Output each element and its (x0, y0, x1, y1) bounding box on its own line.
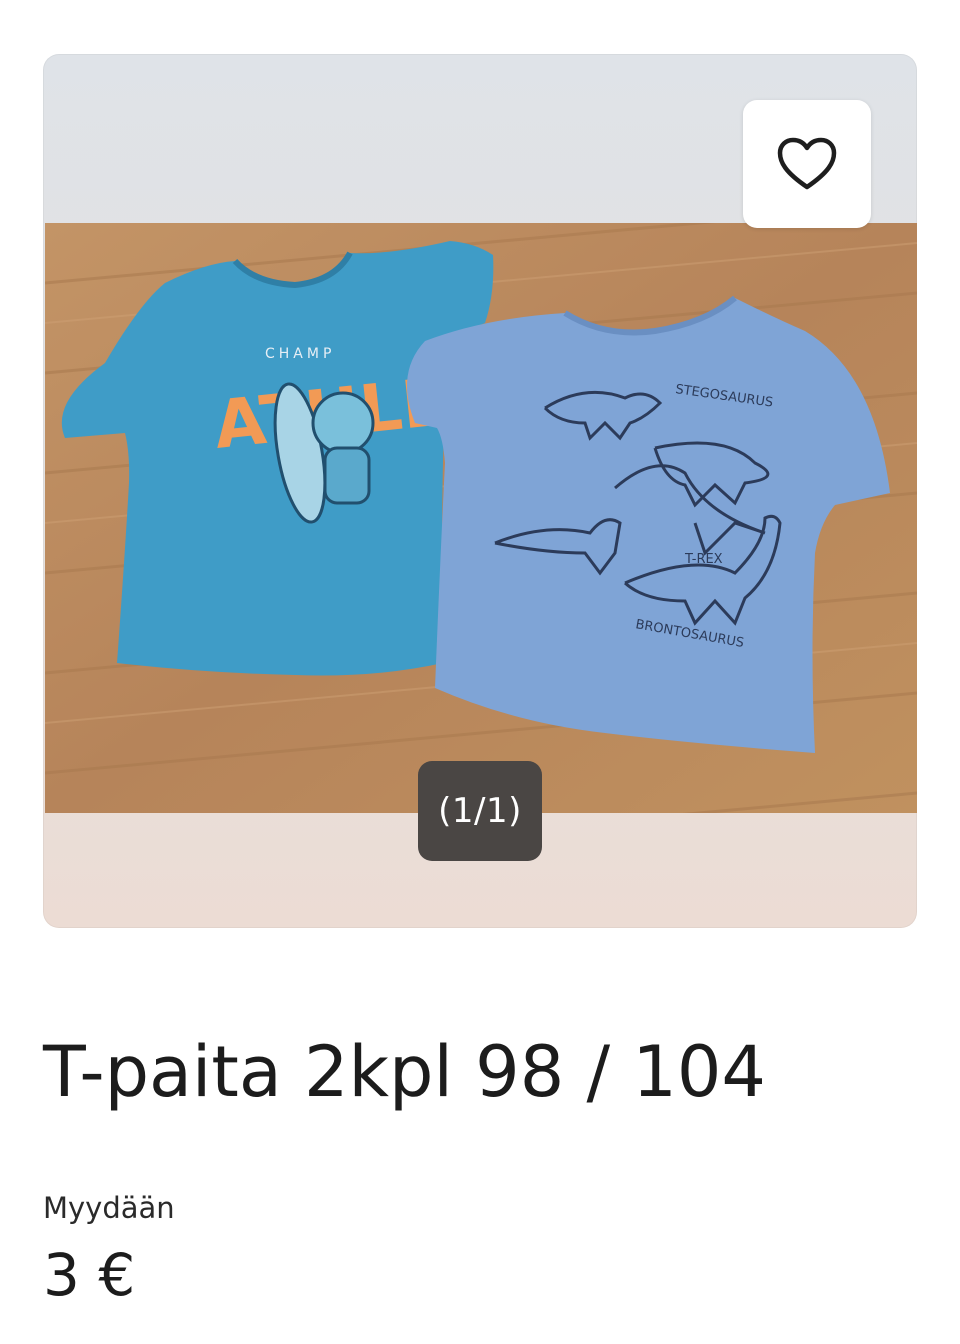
image-counter: (1/1) (418, 761, 542, 861)
svg-text:T-REX: T-REX (684, 552, 723, 567)
image-gallery[interactable]: CHAMP ATHLETICS (43, 54, 917, 928)
sale-type-label: Myydään (43, 1191, 175, 1225)
listing-page: CHAMP ATHLETICS (0, 0, 960, 1344)
favorite-button[interactable] (743, 100, 871, 228)
listing-title: T-paita 2kpl 98 / 104 (43, 1031, 766, 1113)
svg-text:CHAMP: CHAMP (265, 346, 335, 362)
heart-outline-icon (777, 137, 837, 190)
listing-photo[interactable]: CHAMP ATHLETICS (45, 223, 917, 813)
listing-price: 3 € (43, 1241, 136, 1309)
